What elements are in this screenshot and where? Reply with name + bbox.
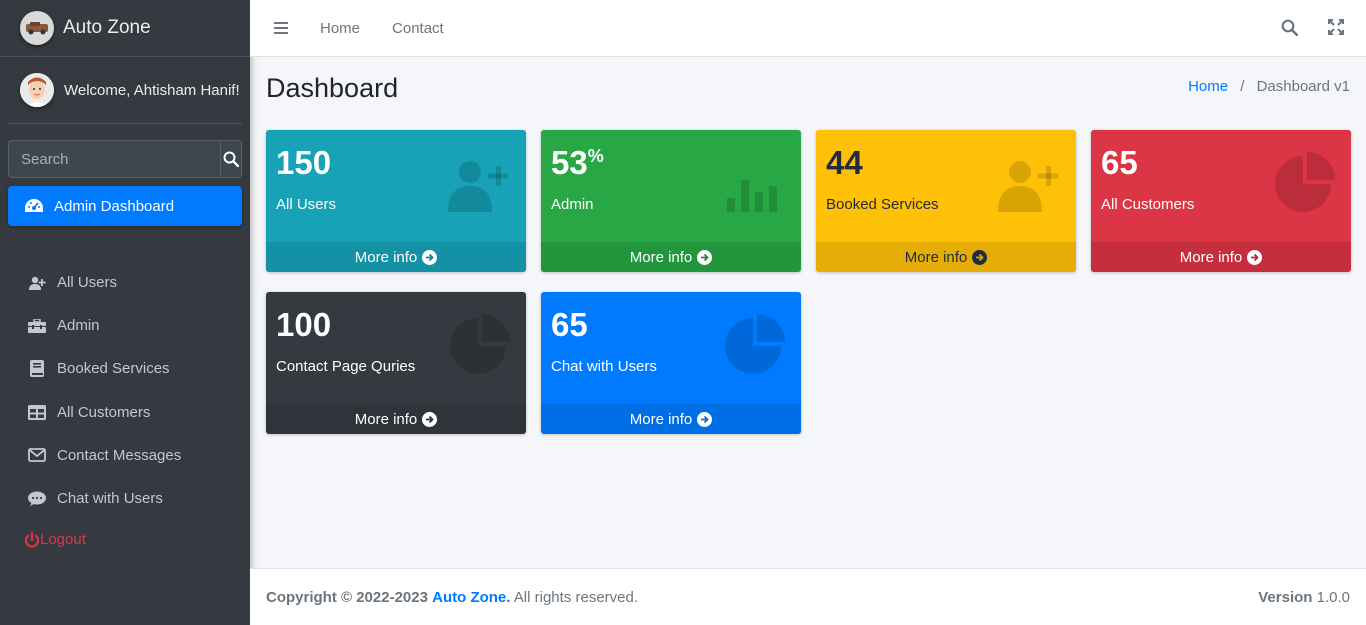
- more-info-link[interactable]: More info: [541, 404, 801, 434]
- breadcrumb: Home / Dashboard v1: [1188, 78, 1350, 95]
- envelope-icon: [28, 448, 46, 463]
- brand-name: Auto Zone: [63, 17, 151, 38]
- stat-box-contact-queries: 100 Contact Page Quries More info: [266, 292, 526, 434]
- sidebar-item-contact-messages[interactable]: Contact Messages: [8, 434, 242, 477]
- pie-chart-icon: [450, 314, 510, 374]
- avatar: [20, 73, 54, 107]
- more-info-label: More info: [629, 410, 693, 428]
- search-button[interactable]: [220, 140, 242, 178]
- stat-box-all-customers: 65 All Customers More info: [1091, 130, 1351, 272]
- stat-box-chat-with-users: 65 Chat with Users More info: [541, 292, 801, 434]
- sidebar-item-label: Contact Messages: [57, 446, 182, 464]
- power-icon: [24, 531, 40, 547]
- more-info-link[interactable]: More info: [1091, 242, 1351, 272]
- top-navbar: Home Contact: [250, 0, 1366, 57]
- stat-label: All Customers: [1101, 196, 1195, 213]
- breadcrumb-home[interactable]: Home: [1188, 78, 1228, 95]
- arrow-circle-right-icon: [697, 249, 713, 265]
- sidebar-item-admin-dashboard[interactable]: Admin Dashboard: [8, 186, 242, 226]
- car-logo-icon: [20, 11, 54, 45]
- more-info-label: More info: [354, 248, 418, 266]
- sidebar-menu: All Users Admin Booked Services All Cust…: [8, 261, 242, 520]
- sidebar-item-label: Admin Dashboard: [54, 197, 175, 215]
- sidebar-item-label: Booked Services: [57, 360, 170, 378]
- page-title: Dashboard: [266, 73, 399, 103]
- stat-value: 44: [826, 144, 863, 181]
- sidebar-search: [8, 140, 242, 178]
- stat-label: Admin: [551, 196, 594, 213]
- user-panel[interactable]: Welcome, Ahtisham Hanif!: [8, 57, 242, 124]
- more-info-label: More info: [629, 248, 693, 266]
- sidebar-item-label: All Users: [57, 274, 118, 292]
- sidebar-item-all-users[interactable]: All Users: [8, 261, 242, 304]
- more-info-label: More info: [904, 248, 968, 266]
- table-icon: [28, 404, 46, 420]
- pie-chart-icon: [725, 314, 785, 374]
- arrow-circle-right-icon: [422, 411, 438, 427]
- search-input[interactable]: [8, 140, 220, 178]
- arrow-circle-right-icon: [422, 249, 438, 265]
- comment-icon: [28, 491, 46, 507]
- stat-value: 65: [1101, 144, 1138, 181]
- sidebar-item-label: Chat with Users: [57, 490, 163, 508]
- sidebar-item-admin[interactable]: Admin: [8, 304, 242, 347]
- more-info-link[interactable]: More info: [266, 242, 526, 272]
- search-icon: [223, 151, 239, 167]
- logout-label: Logout: [40, 531, 86, 548]
- copyright: Copyright © 2022-2023 Auto Zone. All rig…: [266, 589, 638, 606]
- sidebar-item-label: All Customers: [57, 403, 151, 421]
- breadcrumb-separator: /: [1240, 78, 1245, 95]
- search-icon[interactable]: [1281, 19, 1298, 36]
- stat-label: Chat with Users: [551, 358, 657, 375]
- fullscreen-icon[interactable]: [1328, 19, 1344, 35]
- pie-chart-icon: [1275, 152, 1335, 212]
- sidebar-item-label: Admin: [57, 317, 100, 335]
- nav-link-contact[interactable]: Contact: [392, 20, 444, 37]
- main-sidebar: Auto Zone Welcome, Ahtisham Hanif! Searc…: [0, 0, 250, 625]
- stat-value: 53%: [551, 144, 604, 181]
- stat-label: Booked Services: [826, 196, 939, 213]
- copyright-text: Copyright © 2022-2023: [266, 588, 428, 606]
- stat-label: Contact Page Quries: [276, 358, 416, 375]
- arrow-circle-right-icon: [697, 411, 713, 427]
- user-plus-icon: [998, 161, 1058, 212]
- stat-box-all-users: 150 All Users More info: [266, 130, 526, 272]
- stat-value: 150: [276, 144, 332, 181]
- version-number: 1.0.0: [1316, 588, 1350, 606]
- brand-link[interactable]: Auto Zone: [0, 0, 250, 57]
- user-plus-icon: [448, 161, 508, 212]
- more-info-link[interactable]: More info: [541, 242, 801, 272]
- bar-chart-icon: [727, 180, 777, 212]
- sidebar-item-chat-with-users[interactable]: Chat with Users: [8, 477, 242, 520]
- welcome-text: Welcome, Ahtisham Hanif!: [64, 81, 240, 99]
- user-plus-icon: [28, 276, 46, 290]
- arrow-circle-right-icon: [1247, 249, 1263, 265]
- footer-brand-link[interactable]: Auto Zone.: [432, 589, 510, 606]
- stat-value: 100: [276, 306, 332, 343]
- book-icon: [28, 360, 46, 378]
- tachometer-icon: [25, 199, 43, 212]
- arrow-circle-right-icon: [972, 249, 988, 265]
- stat-box-admin: 53% Admin More info: [541, 130, 801, 272]
- stat-box-booked-services: 44 Booked Services More info: [816, 130, 1076, 272]
- more-info-label: More info: [1179, 248, 1243, 266]
- stat-value: 65: [551, 306, 588, 343]
- rights-text: All rights reserved.: [513, 588, 639, 606]
- main-footer: Copyright © 2022-2023 Auto Zone. All rig…: [250, 568, 1366, 625]
- sidebar-item-all-customers[interactable]: All Customers: [8, 391, 242, 434]
- sidebar-item-booked-services[interactable]: Booked Services: [8, 347, 242, 390]
- menu-toggle-icon[interactable]: [274, 22, 288, 34]
- version-info: Version 1.0.0: [1258, 589, 1350, 606]
- breadcrumb-current: Dashboard v1: [1256, 78, 1350, 95]
- stat-label: All Users: [276, 196, 337, 213]
- toolbox-icon: [28, 318, 46, 333]
- more-info-link[interactable]: More info: [266, 404, 526, 434]
- logout-link[interactable]: Logout: [24, 531, 86, 548]
- navbar-actions: [1281, 19, 1344, 36]
- version-label: Version: [1258, 588, 1313, 606]
- more-info-label: More info: [354, 410, 418, 428]
- nav-link-home[interactable]: Home: [320, 20, 360, 37]
- more-info-link[interactable]: More info: [816, 242, 1076, 272]
